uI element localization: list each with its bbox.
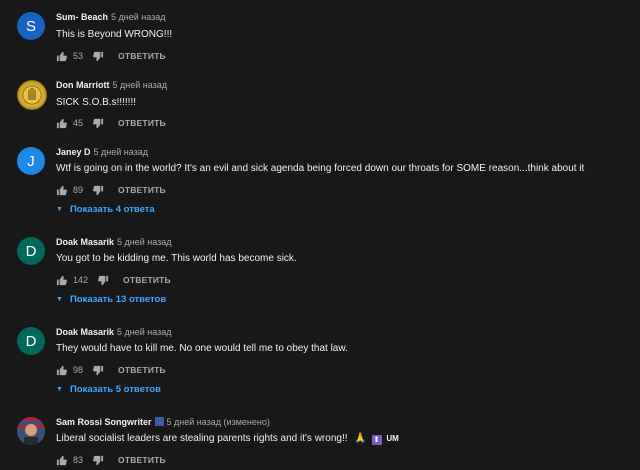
thumbs-down-icon[interactable] xyxy=(93,51,104,62)
thumbs-up-icon[interactable] xyxy=(56,365,67,376)
thumbs-down-icon[interactable] xyxy=(98,275,109,286)
timestamp[interactable]: 5 дней назад xyxy=(111,12,166,22)
comment-actions: 89 ОТВЕТИТЬ xyxy=(56,183,166,197)
author-name[interactable]: Doak Masarik xyxy=(56,327,114,337)
avatar[interactable]: D xyxy=(17,327,45,355)
timestamp[interactable]: 5 дней назад xyxy=(113,80,168,90)
view-replies-button[interactable]: ▼ Показать 13 ответов xyxy=(56,294,166,305)
comment-header: Don Marriott 5 дней назад xyxy=(56,80,167,90)
author-name[interactable]: Doak Masarik xyxy=(56,237,114,247)
avatar[interactable] xyxy=(17,417,45,445)
like-count: 45 xyxy=(73,118,84,128)
like-count: 98 xyxy=(73,365,84,375)
timestamp[interactable]: 5 дней назад xyxy=(117,237,172,247)
view-replies-label: Показать 5 ответов xyxy=(69,384,161,395)
reply-button[interactable]: ОТВЕТИТЬ xyxy=(123,275,171,285)
caret-down-icon: ▼ xyxy=(56,206,63,213)
reply-button[interactable]: ОТВЕТИТЬ xyxy=(118,118,166,128)
comment-header: Doak Masarik 5 дней назад xyxy=(56,237,172,247)
caret-down-icon: ▼ xyxy=(56,296,63,303)
reply-button[interactable]: ОТВЕТИТЬ xyxy=(118,185,166,195)
like-count: 53 xyxy=(73,51,84,61)
praying-hands-icon: 🙏 xyxy=(354,433,367,444)
thumbs-up-icon[interactable] xyxy=(56,118,67,129)
profile-photo-icon xyxy=(17,417,45,445)
avatar[interactable]: J xyxy=(17,147,45,175)
view-replies-label: Показать 13 ответов xyxy=(69,294,167,305)
view-replies-button[interactable]: ▼ Показать 4 ответа xyxy=(56,204,155,215)
comment-text: This is Beyond WRONG!!! xyxy=(56,29,173,40)
like-count: 83 xyxy=(73,455,84,465)
comment-text: Wtf is going on in the world? It's an ev… xyxy=(56,163,585,174)
author-name[interactable]: Sam Rossi Songwriter xyxy=(56,417,152,427)
timestamp[interactable]: 5 дней назад (изменено) xyxy=(167,417,270,427)
comment-actions: 83 ОТВЕТИТЬ xyxy=(56,453,166,467)
comment-text-suffix: UM xyxy=(386,434,399,443)
thumbs-up-icon[interactable] xyxy=(56,51,67,62)
comment-actions: 45 ОТВЕТИТЬ xyxy=(56,116,166,130)
comment-actions: 98 ОТВЕТИТЬ xyxy=(56,363,166,377)
comment-text: Liberal socialist leaders are stealing p… xyxy=(56,433,399,445)
thumbs-up-icon[interactable] xyxy=(56,455,67,466)
author-name[interactable]: Janey D xyxy=(56,147,91,157)
comment-header: Sum- Beach 5 дней назад xyxy=(56,12,166,22)
like-count: 89 xyxy=(73,185,84,195)
up-arrow-icon: ⬆ xyxy=(371,435,382,445)
thumbs-up-icon[interactable] xyxy=(56,275,67,286)
comment-text: You got to be kidding me. This world has… xyxy=(56,253,297,264)
caret-down-icon: ▼ xyxy=(56,386,63,393)
channel-badge-icon xyxy=(154,417,164,426)
thumbs-up-icon[interactable] xyxy=(56,185,67,196)
reply-button[interactable]: ОТВЕТИТЬ xyxy=(118,365,166,375)
like-count: 142 xyxy=(73,275,89,285)
thumbs-down-icon[interactable] xyxy=(93,365,104,376)
comment-header: Doak Masarik 5 дней назад xyxy=(56,327,172,337)
thumbs-down-icon[interactable] xyxy=(93,185,104,196)
avatar[interactable]: S xyxy=(17,12,45,40)
coin-emblem-icon xyxy=(20,83,44,107)
avatar[interactable] xyxy=(17,80,47,110)
reply-button[interactable]: ОТВЕТИТЬ xyxy=(118,51,166,61)
comment-actions: 142 ОТВЕТИТЬ xyxy=(56,273,171,287)
author-name[interactable]: Sum- Beach xyxy=(56,12,108,22)
comment-header: Sam Rossi Songwriter 5 дней назад (измене… xyxy=(56,417,270,427)
comment-actions: 53 ОТВЕТИТЬ xyxy=(56,49,166,63)
thumbs-down-icon[interactable] xyxy=(93,118,104,129)
view-replies-label: Показать 4 ответа xyxy=(69,204,155,215)
comment-text-body: Liberal socialist leaders are stealing p… xyxy=(56,433,348,444)
timestamp[interactable]: 5 дней назад xyxy=(94,147,149,157)
comment-text: SICK S.O.B.s!!!!!!! xyxy=(56,97,137,108)
comment-header: Janey D5 дней назад xyxy=(56,147,148,157)
avatar[interactable]: D xyxy=(17,237,45,265)
timestamp[interactable]: 5 дней назад xyxy=(117,327,172,337)
reply-button[interactable]: ОТВЕТИТЬ xyxy=(118,455,166,465)
comment-text: They would have to kill me. No one would… xyxy=(56,343,348,354)
view-replies-button[interactable]: ▼ Показать 5 ответов xyxy=(56,384,161,395)
thumbs-down-icon[interactable] xyxy=(93,455,104,466)
author-name[interactable]: Don Marriott xyxy=(56,80,110,90)
